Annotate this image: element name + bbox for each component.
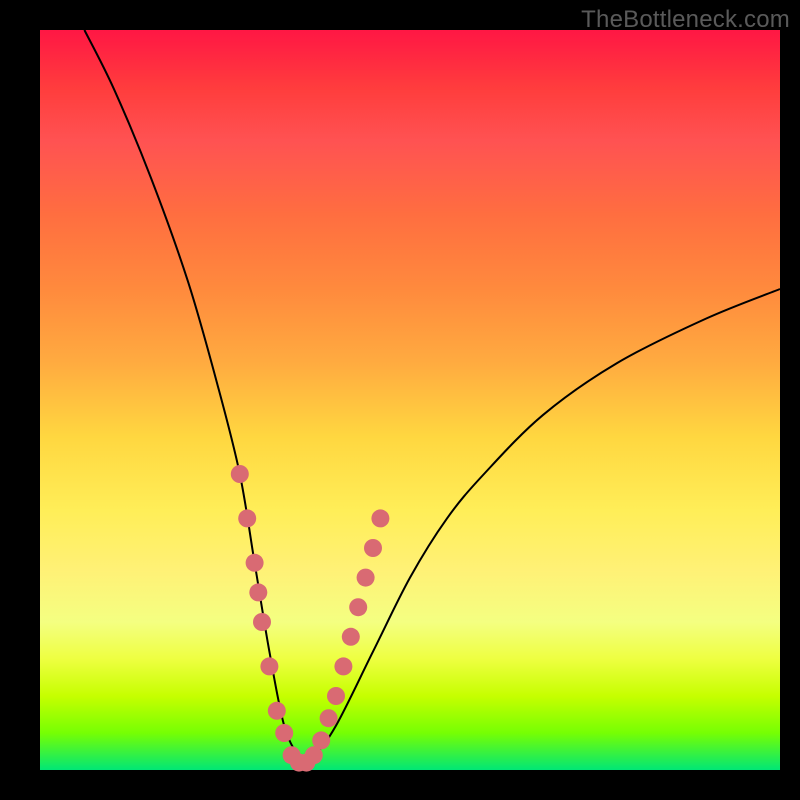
highlighted-point [349, 598, 367, 616]
highlighted-points-group [231, 465, 390, 772]
highlighted-point [231, 465, 249, 483]
highlighted-point [238, 509, 256, 527]
highlighted-point [364, 539, 382, 557]
highlighted-point [357, 569, 375, 587]
chart-plot-area [40, 30, 780, 770]
highlighted-point [342, 628, 360, 646]
highlighted-point [312, 731, 330, 749]
bottleneck-curve [84, 30, 780, 759]
highlighted-point [253, 613, 271, 631]
highlighted-point [275, 724, 293, 742]
highlighted-point [327, 687, 345, 705]
highlighted-point [260, 657, 278, 675]
highlighted-point [268, 702, 286, 720]
highlighted-point [334, 657, 352, 675]
watermark-text: TheBottleneck.com [581, 6, 790, 34]
highlighted-point [320, 709, 338, 727]
chart-frame: TheBottleneck.com [0, 0, 800, 800]
highlighted-point [371, 509, 389, 527]
highlighted-point [246, 554, 264, 572]
chart-svg [40, 30, 780, 770]
highlighted-point [249, 583, 267, 601]
